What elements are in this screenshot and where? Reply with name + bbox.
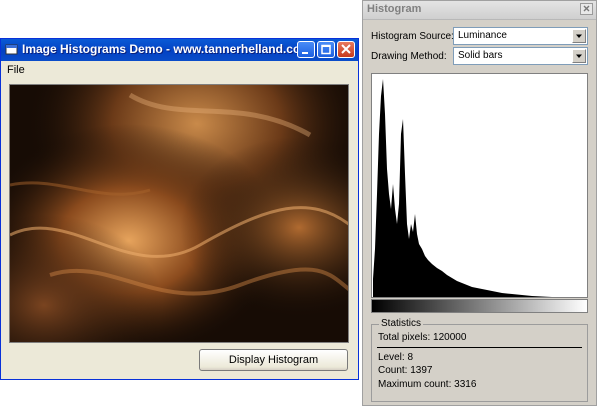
method-label: Drawing Method: (371, 51, 447, 62)
histogram-window: Histogram Histogram Source: Luminance Dr… (362, 0, 597, 406)
total-pixels-text: Total pixels: 120000 (378, 332, 467, 343)
display-histogram-button[interactable]: Display Histogram (199, 349, 348, 371)
app-icon (5, 44, 18, 55)
source-value: Luminance (458, 30, 507, 41)
main-titlebar[interactable]: Image Histograms Demo - www.tannerhellan… (1, 39, 358, 61)
close-icon (583, 5, 590, 12)
statistics-divider (377, 347, 582, 348)
histogram-bars (373, 79, 552, 297)
histogram-window-title: Histogram (367, 3, 422, 15)
sunset-clouds-image (10, 85, 348, 342)
statistics-legend: Statistics (379, 318, 424, 329)
method-value: Solid bars (458, 50, 503, 61)
close-icon (341, 44, 351, 54)
luminance-gradient-bar (371, 299, 588, 313)
close-button[interactable] (337, 41, 355, 58)
level-text: Level: 8 (378, 352, 414, 363)
histogram-close-button[interactable] (580, 3, 593, 15)
max-count-text: Maximum count: 3316 (378, 379, 477, 390)
main-window-title: Image Histograms Demo - www.tannerhellan… (22, 42, 311, 56)
count-text: Count: 1397 (378, 365, 433, 376)
method-dropdown-button[interactable] (572, 49, 586, 63)
maximize-icon (321, 44, 331, 55)
drawing-method-select[interactable]: Solid bars (453, 47, 588, 65)
main-window: Image Histograms Demo - www.tannerhellan… (0, 38, 359, 380)
minimize-icon (302, 52, 308, 54)
histogram-display (371, 73, 588, 298)
statistics-group: Statistics Total pixels: 120000 Level: 8… (371, 318, 588, 402)
chevron-down-icon (576, 54, 582, 58)
maximize-button[interactable] (317, 41, 335, 58)
source-dropdown-button[interactable] (572, 29, 586, 43)
minimize-button[interactable] (297, 41, 315, 58)
histogram-source-select[interactable]: Luminance (453, 27, 588, 45)
menu-file[interactable]: File (7, 64, 25, 76)
menu-bar: File (1, 62, 358, 79)
source-label: Histogram Source: (371, 31, 454, 42)
image-viewer (9, 84, 349, 343)
chevron-down-icon (576, 34, 582, 38)
histogram-titlebar[interactable]: Histogram (363, 1, 596, 20)
